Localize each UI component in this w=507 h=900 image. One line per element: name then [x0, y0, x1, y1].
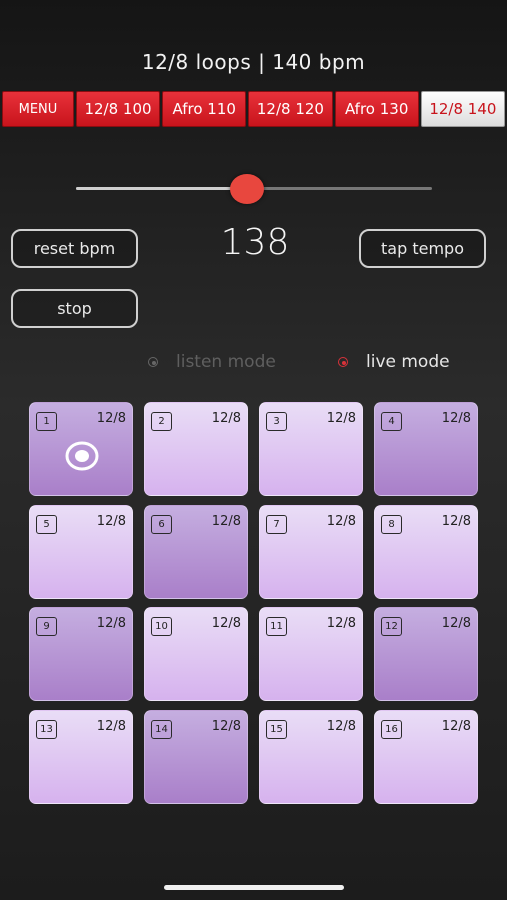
loop-pad[interactable]: 7 12/8 — [259, 504, 363, 599]
loop-tab-bar: MENU 12/8 100 Afro 110 12/8 120 Afro 130… — [2, 91, 505, 127]
tab-12-8-120[interactable]: 12/8 120 — [248, 91, 333, 127]
pad-time-signature: 12/8 — [326, 513, 356, 529]
pad-number: 3 — [266, 412, 287, 431]
loop-pad[interactable]: 4 12/8 — [374, 402, 478, 496]
loop-pad[interactable]: 2 12/8 — [144, 402, 248, 496]
pad-time-signature: 12/8 — [211, 616, 241, 631]
loop-pad[interactable]: 1 12/8 — [29, 402, 133, 496]
pad-number: 15 — [266, 719, 287, 739]
pad-number: 10 — [151, 617, 172, 636]
pad-time-signature: 12/8 — [441, 411, 471, 426]
radio-off-icon — [148, 357, 158, 367]
bpm-display: 138 — [220, 222, 290, 263]
pad-time-signature: 12/8 — [96, 616, 126, 631]
pad-number: 6 — [151, 514, 172, 534]
pad-number: 7 — [266, 514, 287, 534]
pad-number: 13 — [36, 719, 57, 739]
loop-pad[interactable]: 6 12/8 — [144, 504, 248, 599]
playing-indicator-icon — [65, 441, 99, 471]
live-mode-option[interactable]: live mode — [338, 352, 450, 372]
loop-pad[interactable]: 12 12/8 — [374, 607, 478, 701]
tab-afro-130[interactable]: Afro 130 — [334, 91, 419, 127]
pad-number: 8 — [381, 514, 402, 534]
pad-number: 4 — [381, 412, 402, 431]
reset-bpm-button[interactable]: reset bpm — [11, 229, 138, 268]
menu-button[interactable]: MENU — [2, 91, 74, 127]
tempo-slider-fill — [76, 187, 247, 190]
tab-afro-110[interactable]: Afro 110 — [162, 91, 247, 127]
pad-time-signature: 12/8 — [441, 718, 471, 734]
pad-time-signature: 12/8 — [326, 616, 356, 631]
pad-time-signature: 12/8 — [441, 616, 471, 631]
pad-time-signature: 12/8 — [211, 718, 241, 734]
pad-number: 9 — [36, 617, 57, 636]
pad-number: 11 — [266, 617, 287, 636]
home-indicator — [164, 885, 344, 890]
pad-time-signature: 12/8 — [96, 718, 126, 734]
pad-number: 2 — [151, 412, 172, 431]
pad-number: 1 — [36, 412, 57, 431]
pad-number: 5 — [36, 514, 57, 534]
tempo-slider-thumb[interactable] — [229, 174, 264, 204]
loop-pad[interactable]: 13 12/8 — [29, 709, 133, 804]
pad-time-signature: 12/8 — [211, 411, 241, 426]
stop-button[interactable]: stop — [11, 289, 138, 328]
listen-mode-label: listen mode — [176, 352, 276, 372]
loop-pad[interactable]: 9 12/8 — [29, 607, 133, 701]
pad-time-signature: 12/8 — [96, 411, 126, 426]
loop-pad[interactable]: 8 12/8 — [374, 504, 478, 599]
live-mode-label: live mode — [366, 352, 450, 372]
loop-pad[interactable]: 5 12/8 — [29, 504, 133, 599]
loop-pad[interactable]: 11 12/8 — [259, 607, 363, 701]
pad-time-signature: 12/8 — [96, 513, 126, 529]
pad-time-signature: 12/8 — [211, 513, 241, 529]
page-title: 12/8 loops | 140 bpm — [141, 50, 366, 74]
pad-number: 14 — [151, 719, 172, 739]
pad-time-signature: 12/8 — [326, 718, 356, 734]
loop-pad[interactable]: 3 12/8 — [259, 402, 363, 496]
loop-pad[interactable]: 15 12/8 — [259, 709, 363, 804]
tap-tempo-button[interactable]: tap tempo — [359, 229, 486, 268]
pad-time-signature: 12/8 — [326, 411, 356, 426]
loop-pad[interactable]: 10 12/8 — [144, 607, 248, 701]
pad-number: 16 — [381, 719, 402, 739]
pad-time-signature: 12/8 — [441, 513, 471, 529]
radio-on-icon — [338, 357, 348, 367]
tab-12-8-140[interactable]: 12/8 140 — [420, 91, 505, 127]
tab-12-8-100[interactable]: 12/8 100 — [75, 91, 161, 127]
loop-pad[interactable]: 14 12/8 — [144, 709, 248, 804]
pad-number: 12 — [381, 617, 402, 636]
loop-pad[interactable]: 16 12/8 — [374, 709, 478, 804]
listen-mode-option[interactable]: listen mode — [148, 352, 276, 372]
